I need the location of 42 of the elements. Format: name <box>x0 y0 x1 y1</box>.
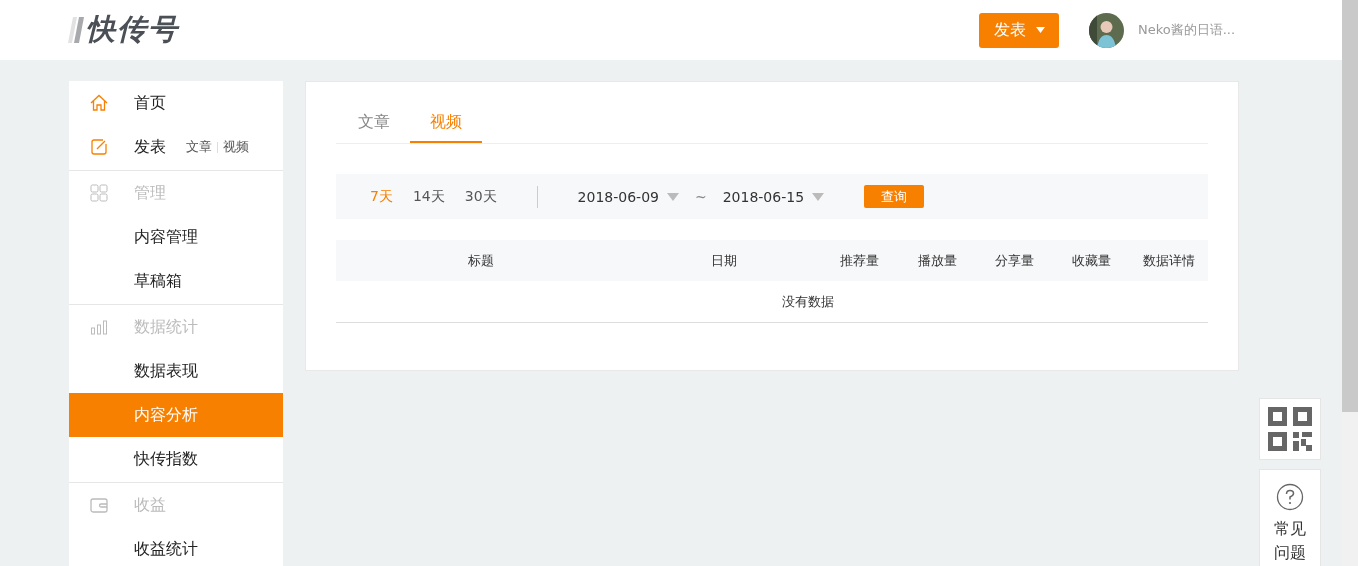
tab[interactable]: 文章 <box>338 102 410 143</box>
avatar[interactable] <box>1089 12 1124 48</box>
empty-message: 没有数据 <box>781 292 834 311</box>
date-separator: ~ <box>694 188 707 205</box>
faq-button[interactable]: 常见问题 <box>1259 469 1321 566</box>
date-picker[interactable]: 2018-06-15 <box>722 188 825 205</box>
column-header: 日期 <box>709 251 738 270</box>
qr-code-icon <box>1268 407 1312 451</box>
nav-item[interactable]: 收益统计 <box>69 527 283 566</box>
nav-item[interactable]: 发表 <box>134 136 166 158</box>
nav-section-header: 数据统计 <box>69 305 283 349</box>
column-header: 标题 <box>467 251 495 270</box>
column-header: 收藏量 <box>1071 251 1113 270</box>
date-picker[interactable]: 2018-06-09 <box>577 188 679 205</box>
help-icon <box>1276 483 1304 511</box>
edit-icon <box>90 138 108 156</box>
logo: 快传号 <box>86 11 179 48</box>
nav-section-header: 收益 <box>69 483 283 527</box>
caret-icon <box>666 192 679 201</box>
nav-item[interactable]: 快传指数 <box>69 437 283 481</box>
logo-stripes-icon <box>68 17 84 43</box>
column-header: 分享量 <box>994 251 1035 270</box>
nav-item[interactable]: 数据表现 <box>69 349 283 393</box>
range-option[interactable]: 30天 <box>464 187 497 206</box>
nav-item[interactable]: 草稿箱 <box>69 259 283 303</box>
grid-icon <box>90 184 108 202</box>
publish-link[interactable]: 文章 <box>186 138 212 156</box>
caret-icon <box>1035 27 1045 33</box>
bar-chart-icon <box>90 318 108 336</box>
qr-code-button[interactable] <box>1259 398 1321 460</box>
wallet-icon <box>90 496 108 514</box>
caret-icon <box>812 192 825 201</box>
scrollbar-thumb[interactable] <box>1342 0 1358 412</box>
nav-section-header: 管理 <box>69 171 283 215</box>
range-option[interactable]: 14天 <box>412 187 445 206</box>
nav-item[interactable]: 内容管理 <box>69 215 283 259</box>
column-header: 数据详情 <box>1142 251 1197 270</box>
home-icon <box>90 94 108 112</box>
column-header: 播放量 <box>916 251 958 270</box>
publish-link[interactable]: 视频 <box>223 138 249 156</box>
column-header: 推荐量 <box>839 251 881 270</box>
nav-item[interactable]: 首页 <box>69 81 283 125</box>
